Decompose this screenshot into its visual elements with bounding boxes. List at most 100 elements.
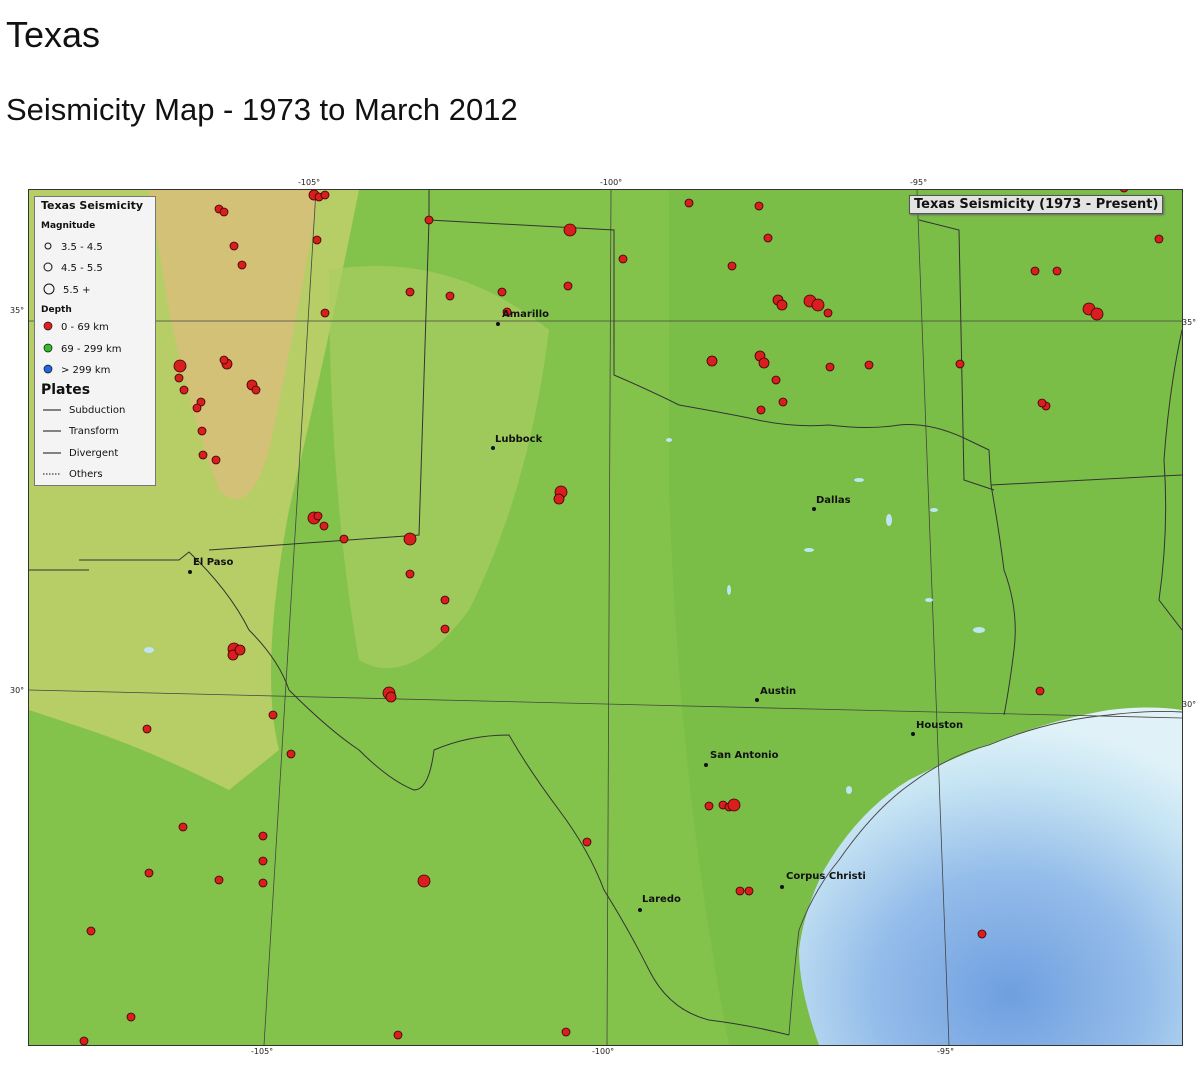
legend-plate-label: Others [69, 469, 103, 480]
legend-magnitude-heading: Magnitude [41, 221, 96, 231]
legend-plate-label: Subduction [69, 405, 126, 416]
earthquake-marker [312, 235, 322, 245]
earthquake-marker [198, 450, 208, 460]
legend-plate-item: Transform [43, 426, 119, 437]
earthquake-marker [744, 886, 754, 896]
earthquake-marker [553, 493, 565, 505]
earthquake-marker [197, 426, 207, 436]
earthquake-marker [229, 241, 239, 251]
earthquake-marker [142, 724, 152, 734]
page-subtitle: Seismicity Map - 1973 to March 2012 [6, 92, 518, 127]
earthquake-marker [563, 223, 577, 237]
city-label-corpus-christi: Corpus Christi [786, 871, 866, 882]
earthquake-marker [955, 359, 965, 369]
map-canvas[interactable] [29, 190, 1182, 1045]
lon-tick-bottom-95: -95° [937, 1047, 955, 1056]
legend-depth-item: > 299 km [43, 364, 110, 377]
earthquake-marker [385, 691, 397, 703]
earthquake-marker [178, 822, 188, 832]
earthquake-marker [144, 868, 154, 878]
earthquake-marker [706, 355, 718, 367]
earthquake-marker [268, 710, 278, 720]
city-label-san-antonio: San Antonio [710, 750, 779, 761]
legend-magnitude-label: 3.5 - 4.5 [61, 242, 103, 253]
earthquake-marker [403, 532, 417, 546]
large-circle-icon [43, 283, 55, 298]
earthquake-marker [320, 308, 330, 318]
lat-tick-right-30: 30° [1182, 700, 1197, 709]
earthquake-marker [1154, 234, 1164, 244]
earthquake-marker [339, 534, 349, 544]
legend-plate-item: Divergent [43, 448, 118, 459]
legend-title: Texas Seismicity [41, 199, 144, 212]
earthquake-marker [727, 261, 737, 271]
legend-magnitude-label: 5.5 + [63, 285, 91, 296]
green-dot-icon [43, 343, 53, 356]
city-label-austin: Austin [760, 686, 797, 697]
earthquake-marker [727, 798, 741, 812]
earthquake-marker [776, 299, 788, 311]
earthquake-marker [174, 373, 184, 383]
earthquake-marker [211, 455, 221, 465]
earthquake-marker [735, 886, 745, 896]
earthquake-marker [1035, 686, 1045, 696]
earthquake-marker [179, 385, 189, 395]
earthquake-marker [684, 198, 694, 208]
earthquake-marker [977, 929, 987, 939]
seismicity-map[interactable] [28, 189, 1183, 1046]
earthquake-marker [1037, 398, 1047, 408]
legend-depth-item: 0 - 69 km [43, 321, 109, 334]
earthquake-marker [754, 201, 764, 211]
earthquake-marker [219, 207, 229, 217]
lat-tick-left-35: 35° [10, 306, 25, 315]
earthquake-marker [1030, 266, 1040, 276]
legend-magnitude-label: 4.5 - 5.5 [61, 263, 103, 274]
earthquake-marker [319, 521, 329, 531]
earthquake-marker [445, 291, 455, 301]
earthquake-marker [286, 749, 296, 759]
city-label-dallas: Dallas [816, 495, 851, 506]
earthquake-marker [313, 511, 323, 521]
earthquake-marker [582, 837, 592, 847]
blue-dot-icon [43, 364, 53, 377]
legend-plate-label: Divergent [69, 448, 119, 459]
medium-circle-icon [43, 262, 53, 275]
legend-depth-label: > 299 km [61, 365, 111, 376]
city-label-houston: Houston [916, 720, 964, 731]
earthquake-marker [393, 1030, 403, 1040]
earthquake-marker [234, 644, 246, 656]
solid-line-icon [43, 426, 61, 437]
earthquake-marker [763, 233, 773, 243]
earthquake-marker [251, 385, 261, 395]
city-label-el-paso: El Paso [193, 557, 234, 568]
earthquake-marker [1090, 307, 1104, 321]
earthquake-marker [864, 360, 874, 370]
city-label-amarillo: Amarillo [502, 309, 549, 320]
earthquake-marker [258, 856, 268, 866]
earthquake-marker [126, 1012, 136, 1022]
earthquake-marker [756, 405, 766, 415]
solid-line-icon [43, 448, 61, 459]
city-label-laredo: Laredo [642, 894, 681, 905]
earthquake-marker [1052, 266, 1062, 276]
small-circle-icon [43, 241, 53, 254]
earthquake-marker [86, 926, 96, 936]
earthquake-marker [258, 878, 268, 888]
legend-depth-label: 0 - 69 km [61, 322, 109, 333]
legend-depth-heading: Depth [41, 305, 72, 315]
earthquake-marker [704, 801, 714, 811]
earthquake-marker [214, 875, 224, 885]
earthquake-marker [405, 569, 415, 579]
legend-plates-heading: Plates [41, 382, 91, 398]
earthquake-marker [219, 355, 229, 365]
legend-plate-item: Subduction [43, 405, 125, 416]
lon-tick-bottom-100: -100° [592, 1047, 615, 1056]
lon-tick-top-105: -105° [298, 178, 321, 187]
lat-tick-left-30: 30° [10, 686, 25, 695]
map-title-badge: Texas Seismicity (1973 - Present) [909, 195, 1164, 214]
lon-tick-top-100: -100° [600, 178, 623, 187]
earthquake-marker [79, 1036, 89, 1045]
lon-tick-top-95: -95° [910, 178, 928, 187]
legend-plate-item: Others [43, 469, 103, 480]
map-legend: Texas Seismicity Magnitude 3.5 - 4.5 4.5… [34, 196, 156, 486]
